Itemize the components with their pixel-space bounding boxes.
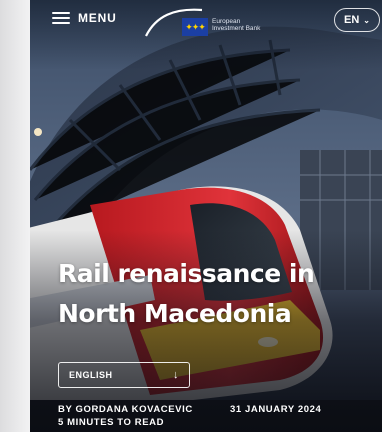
page-margin — [0, 0, 30, 432]
hero-banner: MENU ✦✦✦ European Investment Bank EN ⌄ R… — [30, 0, 382, 432]
publish-date: 31 JANUARY 2024 — [230, 404, 322, 415]
eu-stars-icon: ✦✦✦ — [185, 22, 206, 32]
menu-label: MENU — [78, 11, 117, 25]
page-title: Rail renaissance in North Macedonia — [58, 259, 315, 328]
author-byline: BY GORDANA KOVACEVIC — [58, 404, 193, 415]
logo-text: European Investment Bank — [212, 18, 261, 32]
menu-button[interactable]: MENU — [52, 11, 117, 25]
language-code: EN — [344, 14, 360, 26]
chevron-down-icon: ⌄ — [363, 15, 370, 25]
read-time: 5 MINUTES TO READ — [58, 417, 165, 428]
language-switcher[interactable]: EN ⌄ — [334, 8, 380, 32]
hamburger-icon — [52, 12, 70, 24]
arrow-down-icon: ↓ — [173, 369, 179, 381]
eib-logo[interactable]: ✦✦✦ European Investment Bank — [144, 6, 274, 40]
selected-language: ENGLISH — [69, 370, 113, 380]
article-language-select[interactable]: ENGLISH ↓ — [58, 362, 190, 388]
